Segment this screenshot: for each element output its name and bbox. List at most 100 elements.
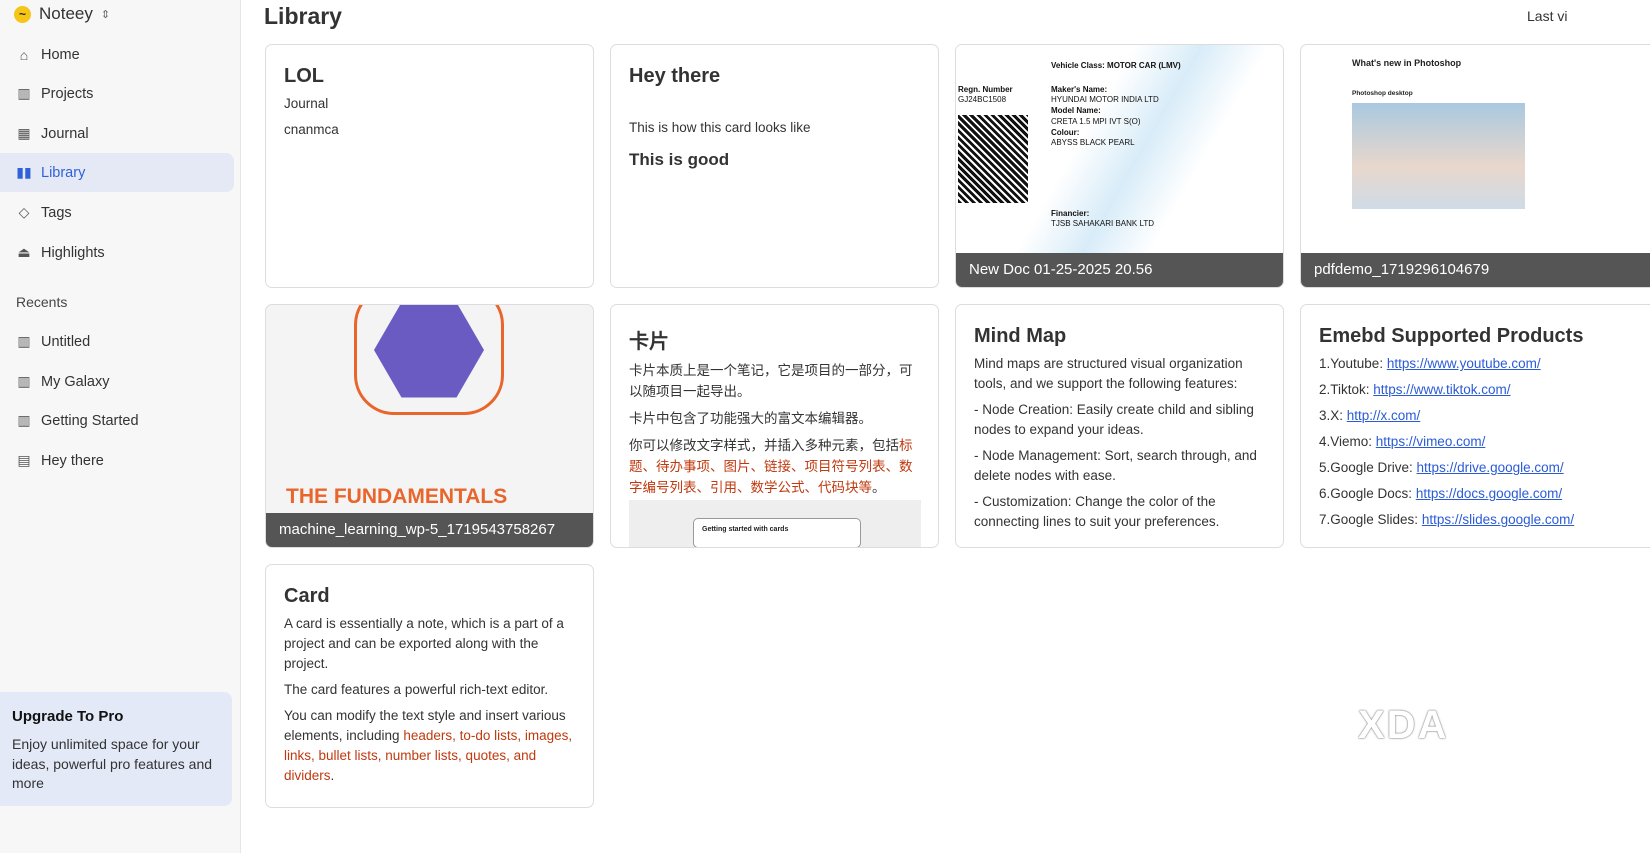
recent-label: My Galaxy bbox=[41, 373, 110, 390]
card-paragraph: - Node Creation: Easily create child and… bbox=[974, 402, 1254, 437]
card-paragraph: A card is essentially a note, which is a… bbox=[284, 616, 564, 671]
embed-item: 6.Google Docs: https://docs.google.com/ bbox=[1319, 486, 1563, 501]
card-machine-learning[interactable]: THE FUNDAMENTALS machine_learning_wp-5_1… bbox=[265, 304, 594, 548]
card-embed[interactable]: Emebd Supported Products 1.Youtube: http… bbox=[1300, 304, 1650, 548]
ml-thumbnail: THE FUNDAMENTALS bbox=[266, 305, 593, 515]
tag-icon: ◇ bbox=[18, 204, 30, 220]
map-icon: ▥ bbox=[17, 85, 31, 101]
brain-icon bbox=[354, 305, 504, 415]
card-title: 卡片 bbox=[629, 331, 669, 353]
map-icon: ▥ bbox=[17, 373, 31, 389]
card-line: cnanmca bbox=[284, 122, 339, 137]
xda-watermark: XDA bbox=[1358, 703, 1449, 747]
link[interactable]: https://vimeo.com/ bbox=[1376, 434, 1486, 449]
card-line: This is good bbox=[629, 150, 730, 169]
pdf-heading: What's new in Photoshop bbox=[1352, 58, 1462, 68]
embed-item: 7.Google Slides: https://slides.google.c… bbox=[1319, 512, 1575, 527]
noteey-logo-icon: ~ bbox=[14, 5, 31, 23]
link[interactable]: https://www.tiktok.com/ bbox=[1373, 382, 1510, 397]
sidebar-item-journal[interactable]: ▦ Journal bbox=[0, 114, 234, 153]
sidebar-item-tags[interactable]: ◇ Tags bbox=[0, 193, 234, 232]
preview-text: Getting started with cards bbox=[693, 518, 861, 547]
highlighter-icon: ⏏ bbox=[17, 244, 31, 260]
sidebar-item-highlights[interactable]: ⏏ Highlights bbox=[0, 233, 234, 272]
card-paragraph: 你可以修改文字样式，并插入多种元素，包括标题、待办事项、图片、链接、项目符号列表… bbox=[629, 435, 920, 498]
doc-text: CRETA 1.5 MPI IVT S(O) bbox=[1051, 117, 1141, 126]
recent-label: Untitled bbox=[41, 333, 91, 350]
card-line: This is how this card looks like bbox=[629, 120, 811, 135]
map-icon: ▥ bbox=[17, 333, 31, 349]
card-title: LOL bbox=[284, 65, 324, 87]
nav-label: Tags bbox=[41, 204, 72, 221]
embed-item: 4.Viemo: https://vimeo.com/ bbox=[1319, 434, 1486, 449]
card-hey-there[interactable]: Hey there This is how this card looks li… bbox=[610, 44, 939, 288]
card-paragraph: 卡片中包含了功能强大的富文本编辑器。 bbox=[629, 411, 872, 426]
recent-label: Getting Started bbox=[41, 412, 139, 429]
calendar-icon: ▦ bbox=[17, 125, 31, 141]
upgrade-text: Enjoy unlimited space for your ideas, po… bbox=[12, 736, 213, 791]
card-caption: machine_learning_wp-5_1719543758267 bbox=[266, 513, 593, 547]
link[interactable]: https://www.youtube.com/ bbox=[1387, 356, 1541, 371]
card-caption: pdfdemo_1719296104679 bbox=[1301, 253, 1650, 287]
preview-image: Getting started with cards bbox=[629, 500, 921, 547]
document-thumbnail: Vehicle Class: MOTOR CAR (LMV) Regn. Num… bbox=[956, 45, 1283, 255]
nav-label: Journal bbox=[41, 125, 89, 142]
pdf-thumbnail: What's new in Photoshop Photoshop deskto… bbox=[1301, 45, 1650, 255]
embed-item: 1.Youtube: https://www.youtube.com/ bbox=[1319, 356, 1541, 371]
nav-label: Library bbox=[41, 164, 86, 181]
brand-name: Noteey bbox=[39, 4, 93, 23]
doc-text: TJSB SAHAKARI BANK LTD bbox=[1051, 219, 1154, 228]
card-new-doc[interactable]: Vehicle Class: MOTOR CAR (LMV) Regn. Num… bbox=[955, 44, 1284, 288]
link[interactable]: https://docs.google.com/ bbox=[1416, 486, 1562, 501]
recent-item[interactable]: ▥ My Galaxy bbox=[0, 362, 234, 401]
card-paragraph: You can modify the text style and insert… bbox=[284, 706, 575, 786]
doc-text: Maker's Name: bbox=[1051, 85, 1108, 94]
link[interactable]: http://x.com/ bbox=[1347, 408, 1421, 423]
card-icon: ▤ bbox=[17, 452, 31, 468]
text: 你可以修改文字样式，并插入多种元素，包括 bbox=[629, 438, 899, 453]
text: 。 bbox=[872, 480, 886, 495]
card-caption: New Doc 01-25-2025 20.56 bbox=[956, 253, 1283, 287]
sidebar-item-projects[interactable]: ▥ Projects bbox=[0, 74, 234, 113]
card-mind-map[interactable]: Mind Map Mind maps are structured visual… bbox=[955, 304, 1284, 548]
card-card[interactable]: Card A card is essentially a note, which… bbox=[265, 564, 594, 808]
doc-text: Regn. Number bbox=[958, 85, 1013, 94]
pdf-subheading: Photoshop desktop bbox=[1352, 90, 1413, 97]
home-icon: ⌂ bbox=[19, 46, 29, 63]
card-paragraph: The card features a powerful rich-text e… bbox=[284, 682, 549, 697]
pdf-image bbox=[1352, 103, 1525, 209]
card-paragraph: - Node Management: Sort, search through,… bbox=[974, 448, 1257, 483]
sidebar-item-home[interactable]: ⌂ Home bbox=[0, 35, 234, 74]
embed-item: 5.Google Drive: https://drive.google.com… bbox=[1319, 460, 1564, 475]
link[interactable]: https://slides.google.com/ bbox=[1422, 512, 1574, 527]
doc-text: Vehicle Class: MOTOR CAR (LMV) bbox=[1051, 61, 1181, 70]
upgrade-title: Upgrade To Pro bbox=[12, 708, 124, 725]
map-icon: ▥ bbox=[17, 412, 31, 428]
card-lol[interactable]: LOL Journal cnanmca bbox=[265, 44, 594, 288]
card-title: Emebd Supported Products bbox=[1319, 325, 1584, 347]
card-line: Journal bbox=[284, 96, 329, 111]
card-pdfdemo[interactable]: What's new in Photoshop Photoshop deskto… bbox=[1300, 44, 1650, 288]
sort-dropdown[interactable]: Last vi bbox=[1527, 8, 1567, 24]
upgrade-to-pro-banner[interactable]: Upgrade To Pro Enjoy unlimited space for… bbox=[0, 692, 232, 806]
card-title: Hey there bbox=[629, 65, 721, 87]
text: . bbox=[330, 768, 335, 783]
sidebar-item-library[interactable]: ▮▮ Library bbox=[0, 153, 234, 192]
doc-text: Financier: bbox=[1051, 209, 1090, 218]
library-icon: ▮▮ bbox=[16, 164, 32, 180]
qr-code bbox=[958, 115, 1028, 203]
link[interactable]: https://drive.google.com/ bbox=[1417, 460, 1564, 475]
card-title: Card bbox=[284, 585, 330, 607]
card-paragraph: - Customization: Change the color of the… bbox=[974, 494, 1220, 529]
ml-banner-text: THE FUNDAMENTALS bbox=[286, 485, 508, 508]
recent-item[interactable]: ▤ Hey there bbox=[0, 441, 234, 480]
doc-text: HYUNDAI MOTOR INDIA LTD bbox=[1051, 95, 1159, 104]
recent-label: Hey there bbox=[41, 452, 104, 469]
recent-item[interactable]: ▥ Untitled bbox=[0, 322, 234, 361]
card-zh[interactable]: 卡片 卡片本质上是一个笔记，它是项目的一部分，可以随项目一起导出。 卡片中包含了… bbox=[610, 304, 939, 548]
recent-item[interactable]: ▥ Getting Started bbox=[0, 401, 234, 440]
doc-text: ABYSS BLACK PEARL bbox=[1051, 138, 1135, 147]
embed-item: 2.Tiktok: https://www.tiktok.com/ bbox=[1319, 382, 1511, 397]
workspace-switcher[interactable]: ~ Noteey ⇕ bbox=[14, 4, 110, 24]
nav-label: Projects bbox=[41, 85, 94, 102]
